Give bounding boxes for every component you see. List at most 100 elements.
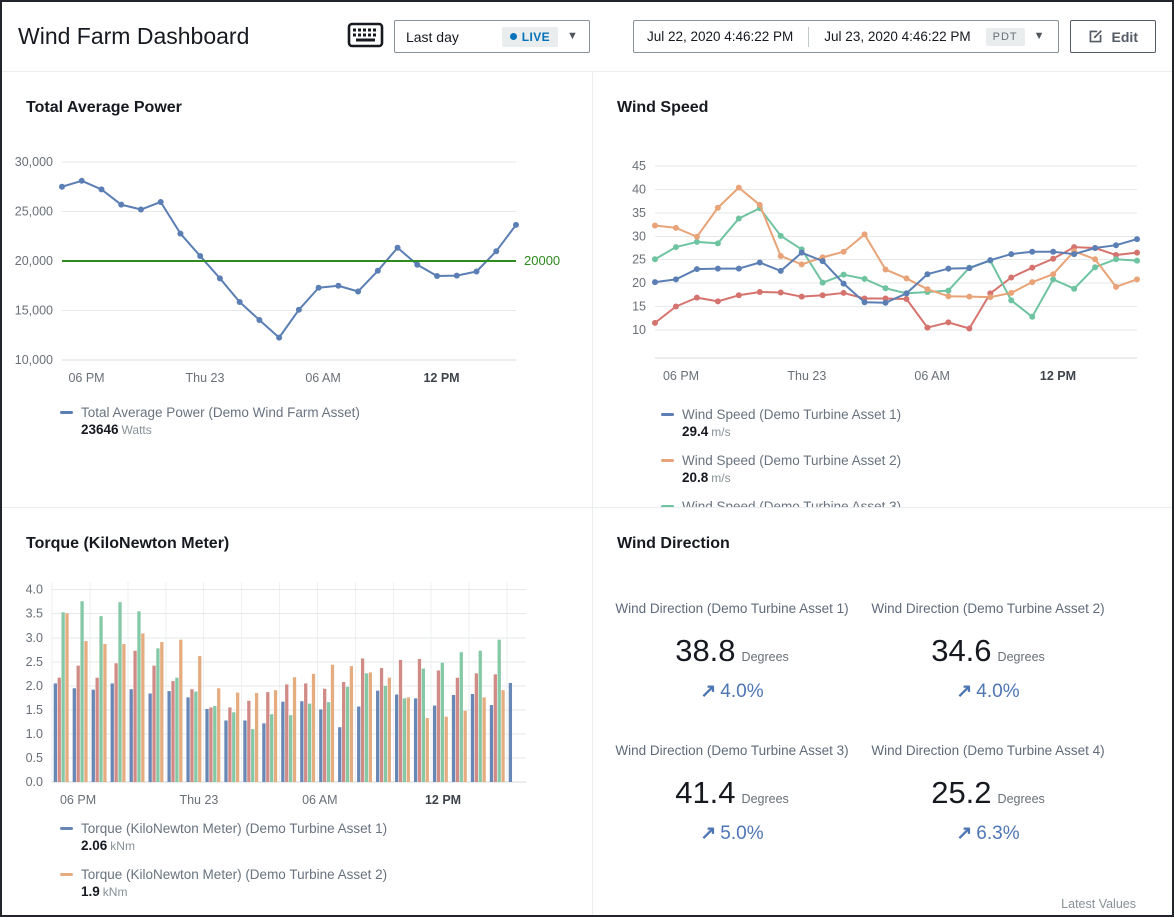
svg-text:20,000: 20,000 <box>15 254 53 268</box>
panel-title: Torque (KiloNewton Meter) <box>26 534 592 554</box>
legend-unit: kNm <box>103 885 128 899</box>
svg-text:30: 30 <box>632 229 646 243</box>
legend-value: 2.06 <box>81 838 107 853</box>
keyboard-shortcuts-button[interactable] <box>347 22 384 51</box>
timezone-badge: PDT <box>986 28 1025 46</box>
kpi-trend: ↗4.0% <box>863 680 1113 703</box>
date-range-select[interactable]: Jul 22, 2020 4:46:22 PM Jul 23, 2020 4:4… <box>633 20 1059 53</box>
svg-text:06 AM: 06 AM <box>302 793 337 807</box>
torque-chart: 4.03.53.02.52.01.51.00.50.006 PMThu 2306… <box>6 568 566 818</box>
svg-text:Thu 23: Thu 23 <box>179 793 218 807</box>
panel-wind-speed: Wind Speed 454035302520151006 PMThu 2306… <box>593 72 1172 508</box>
dashboard-header: Wind Farm Dashboard Last day LIVE <box>2 2 1172 72</box>
legend: Torque (KiloNewton Meter) (Demo Turbine … <box>60 820 592 915</box>
kpi-unit: Degrees <box>998 650 1045 664</box>
kpi-value: 34.6 <box>931 633 991 668</box>
svg-text:06 PM: 06 PM <box>68 371 104 385</box>
svg-text:06 PM: 06 PM <box>663 369 699 383</box>
trend-up-icon: ↗ <box>700 823 716 844</box>
svg-text:06 AM: 06 AM <box>914 369 949 383</box>
svg-text:15,000: 15,000 <box>15 304 53 318</box>
legend-value: 20.8 <box>682 470 708 485</box>
kpi-trend: ↗5.0% <box>607 822 857 845</box>
svg-text:3.0: 3.0 <box>26 631 43 645</box>
panel-title: Wind Speed <box>617 98 1172 118</box>
legend-entry: Total Average Power (Demo Wind Farm Asse… <box>60 404 592 439</box>
svg-text:25: 25 <box>632 253 646 267</box>
live-badge: LIVE <box>502 27 558 47</box>
wind-farm-dashboard: { "header": { "title": "Wind Farm Dashbo… <box>0 0 1174 917</box>
panel-torque: Torque (KiloNewton Meter) 4.03.53.02.52.… <box>2 508 593 915</box>
live-dot-icon <box>510 33 517 40</box>
kpi-grid: Wind Direction (Demo Turbine Asset 1) 38… <box>607 599 1172 845</box>
trend-up-icon: ↗ <box>700 681 716 702</box>
legend-label: Wind Speed (Demo Turbine Asset 3) <box>682 498 901 508</box>
legend-entry: Torque (KiloNewton Meter) (Demo Turbine … <box>60 820 592 855</box>
kpi-label: Wind Direction (Demo Turbine Asset 4) <box>863 741 1113 762</box>
series-dash-icon <box>60 411 73 414</box>
svg-text:4.0: 4.0 <box>26 583 43 597</box>
legend-label: Torque (KiloNewton Meter) (Demo Turbine … <box>81 912 387 915</box>
keyboard-icon <box>347 22 384 51</box>
kpi-value: 41.4 <box>675 775 735 810</box>
time-interval-select[interactable]: Last day LIVE ▼ <box>394 20 590 53</box>
kpi-trend: ↗6.3% <box>863 822 1113 845</box>
svg-text:20: 20 <box>632 276 646 290</box>
series-dash-icon <box>661 459 674 462</box>
svg-text:35: 35 <box>632 206 646 220</box>
legend-entry-clipped: Torque (KiloNewton Meter) (Demo Turbine … <box>60 912 592 915</box>
svg-text:0.0: 0.0 <box>26 775 43 789</box>
svg-text:3.5: 3.5 <box>26 607 43 621</box>
panel-title: Total Average Power <box>26 98 592 118</box>
wind-speed-chart: 454035302520151006 PMThu 2306 AM12 PM <box>607 148 1167 398</box>
kpi-unit: Degrees <box>742 650 789 664</box>
legend: Total Average Power (Demo Wind Farm Asse… <box>60 404 592 439</box>
kpi-value: 38.8 <box>675 633 735 668</box>
kpi-wind-direction-3: Wind Direction (Demo Turbine Asset 3) 41… <box>607 741 857 845</box>
legend: Wind Speed (Demo Turbine Asset 1) 29.4m/… <box>661 406 1172 508</box>
svg-text:25,000: 25,000 <box>15 205 53 219</box>
svg-text:2.0: 2.0 <box>26 679 43 693</box>
chevron-down-icon: ▼ <box>567 31 578 42</box>
svg-text:10,000: 10,000 <box>15 353 53 367</box>
svg-text:1.0: 1.0 <box>26 727 43 741</box>
svg-text:10: 10 <box>632 323 646 337</box>
legend-entry-clipped: Wind Speed (Demo Turbine Asset 3) <box>661 498 1172 508</box>
svg-text:Thu 23: Thu 23 <box>787 369 826 383</box>
legend-label: Wind Speed (Demo Turbine Asset 2) <box>682 452 901 469</box>
svg-text:15: 15 <box>632 300 646 314</box>
svg-text:12 PM: 12 PM <box>423 371 459 385</box>
svg-text:30,000: 30,000 <box>15 155 53 169</box>
edit-button[interactable]: Edit <box>1070 20 1156 53</box>
legend-label: Total Average Power (Demo Wind Farm Asse… <box>81 404 360 421</box>
legend-label: Torque (KiloNewton Meter) (Demo Turbine … <box>81 866 387 883</box>
legend-unit: kNm <box>110 839 135 853</box>
series-dash-icon <box>60 873 73 876</box>
legend-entry: Wind Speed (Demo Turbine Asset 2) 20.8m/… <box>661 452 1172 487</box>
page-title: Wind Farm Dashboard <box>18 23 249 50</box>
kpi-wind-direction-1: Wind Direction (Demo Turbine Asset 1) 38… <box>607 599 857 703</box>
svg-text:12 PM: 12 PM <box>425 793 461 807</box>
date-separator <box>808 27 809 47</box>
start-date: Jul 22, 2020 4:46:22 PM <box>647 29 793 44</box>
series-dash-icon <box>60 827 73 830</box>
kpi-wind-direction-2: Wind Direction (Demo Turbine Asset 2) 34… <box>863 599 1113 703</box>
panel-total-average-power: Total Average Power 30,000 25,000 20,000 15… <box>2 72 593 508</box>
kpi-label: Wind Direction (Demo Turbine Asset 3) <box>607 741 857 762</box>
legend-entry: Torque (KiloNewton Meter) (Demo Turbine … <box>60 866 592 901</box>
legend-value: 23646 <box>81 422 119 437</box>
legend-entry: Wind Speed (Demo Turbine Asset 1) 29.4m/… <box>661 406 1172 441</box>
svg-text:12 PM: 12 PM <box>1040 369 1076 383</box>
legend-value: 29.4 <box>682 424 708 439</box>
kpi-label: Wind Direction (Demo Turbine Asset 2) <box>863 599 1113 620</box>
kpi-unit: Degrees <box>998 792 1045 806</box>
svg-text:06 PM: 06 PM <box>60 793 96 807</box>
panel-wind-direction: Wind Direction Wind Direction (Demo Turb… <box>593 508 1172 915</box>
svg-text:Thu 23: Thu 23 <box>186 371 225 385</box>
legend-unit: Watts <box>122 423 152 437</box>
svg-text:1.5: 1.5 <box>26 703 43 717</box>
edit-icon <box>1088 29 1103 44</box>
legend-label: Torque (KiloNewton Meter) (Demo Turbine … <box>81 820 387 837</box>
legend-value: 1.9 <box>81 884 100 899</box>
interval-label: Last day <box>406 29 459 45</box>
